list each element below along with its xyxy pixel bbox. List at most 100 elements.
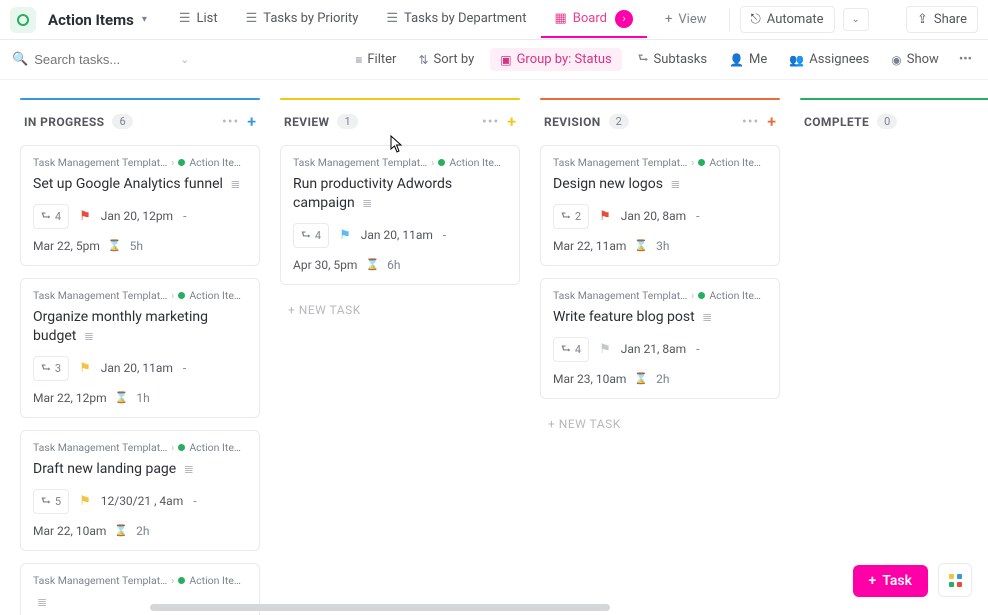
board-column-revision: REVISION2•••+Task Management Templat…›Ac… — [540, 98, 780, 437]
column-accent-bar — [800, 98, 988, 100]
start-date: Mar 22, 11am — [553, 239, 626, 253]
description-icon: ≣ — [84, 329, 94, 343]
view-label: Board — [573, 11, 607, 26]
column-more-button[interactable]: ••• — [482, 114, 499, 130]
page-title: Action Items — [48, 11, 134, 29]
chevron-right-icon: › — [431, 156, 434, 169]
view-play-icon[interactable]: › — [615, 10, 633, 28]
view-list[interactable]: ☰ List — [165, 3, 232, 36]
hourglass-icon: ⌛ — [115, 391, 129, 404]
priority-flag-icon[interactable]: ⚑ — [79, 361, 91, 376]
me-button[interactable]: 👤Me — [723, 48, 773, 71]
subtask-icon: ⮑ — [41, 492, 51, 511]
separator — [729, 9, 730, 31]
due-date: Jan 20, 11am — [361, 228, 433, 242]
subtasks-chip[interactable]: ⮑5 — [33, 489, 69, 514]
priority-flag-icon[interactable]: ⚑ — [339, 228, 351, 243]
due-date: Jan 21, 8am — [621, 342, 686, 356]
chevron-right-icon: › — [171, 289, 174, 302]
show-button[interactable]: ◉Show — [885, 48, 945, 71]
title-chevron-icon[interactable]: ▾ — [142, 14, 147, 25]
task-meta: ⮑4⚑Jan 21, 8am- — [553, 337, 767, 362]
crumb-folder: Task Management Templat… — [33, 574, 167, 587]
column-add-button[interactable]: + — [247, 112, 256, 131]
column-add-button[interactable]: + — [767, 112, 776, 131]
task-card[interactable]: Task Management Templat…›Action Ite…Writ… — [540, 278, 780, 399]
subtasks-chip[interactable]: ⮑4 — [293, 223, 329, 248]
priority-flag-icon[interactable]: ⚑ — [599, 342, 611, 357]
eye-icon: ◉ — [891, 53, 901, 67]
automate-button[interactable]: ⎋ Automate — [740, 6, 835, 33]
apps-button[interactable] — [938, 563, 972, 597]
subtasks-count: 4 — [55, 210, 61, 223]
horizontal-scrollbar[interactable] — [150, 604, 610, 611]
view-label: Tasks by Department — [404, 11, 526, 26]
subtasks-count: 3 — [55, 362, 61, 375]
column-count-badge: 6 — [112, 114, 132, 129]
task-card[interactable]: Task Management Templat…›Action Ite…Draf… — [20, 430, 260, 551]
subtasks-chip[interactable]: ⮑4 — [553, 337, 589, 362]
sort-button[interactable]: ⇅Sort by — [412, 48, 480, 71]
view-board[interactable]: ▦ Board › — [541, 2, 648, 38]
group-icon: ▣ — [500, 53, 511, 67]
dash: - — [183, 209, 186, 223]
time-estimate: 2h — [136, 524, 149, 538]
breadcrumb: Task Management Templat… › Action Ite… — [33, 441, 247, 454]
subtasks-button[interactable]: ⮑Subtasks — [632, 45, 713, 74]
hourglass-icon: ⌛ — [114, 524, 128, 537]
view-tasks-priority[interactable]: ☰ Tasks by Priority — [232, 3, 373, 36]
priority-flag-icon[interactable]: ⚑ — [79, 494, 91, 509]
share-label: Share — [934, 12, 967, 27]
priority-flag-icon[interactable]: ⚑ — [599, 209, 611, 224]
board-canvas: IN PROGRESS6•••+Task Management Templat…… — [0, 80, 988, 615]
column-accent-bar — [280, 98, 520, 100]
subtasks-chip[interactable]: ⮑3 — [33, 356, 69, 381]
hourglass-icon: ⌛ — [108, 239, 122, 252]
toolbar-more-button[interactable]: ••• — [955, 48, 976, 71]
search-chevron-icon[interactable]: ⌄ — [180, 53, 189, 66]
subtasks-count: 5 — [55, 495, 61, 508]
search-input[interactable] — [34, 52, 174, 67]
column-title: COMPLETE — [804, 115, 869, 129]
task-card[interactable]: Task Management Templat…›Action Ite…Run … — [280, 145, 520, 285]
crumb-list: Action Ite… — [189, 441, 241, 454]
crumb-folder: Task Management Templat… — [33, 441, 167, 454]
view-tasks-department[interactable]: ☰ Tasks by Department — [372, 3, 540, 36]
assignees-button[interactable]: 👥Assignees — [783, 48, 875, 71]
column-header: REVISION2•••+ — [540, 110, 780, 145]
task-title: Design new logos ≣ — [553, 175, 767, 194]
time-estimate: 6h — [387, 258, 400, 272]
group-by-button[interactable]: ▣Group by: Status — [490, 48, 622, 71]
priority-flag-icon[interactable]: ⚑ — [79, 209, 91, 224]
breadcrumb: Task Management Templat…›Action Ite… — [33, 289, 247, 302]
column-more-button[interactable]: ••• — [222, 114, 239, 130]
crumb-folder: Task Management Templat… — [293, 156, 427, 169]
subtasks-chip[interactable]: ⮑2 — [553, 204, 589, 229]
add-view-button[interactable]: + View — [653, 4, 719, 35]
search-icon: 🔍 — [12, 52, 28, 67]
new-task-fab[interactable]: + Task — [853, 565, 928, 597]
time-estimate: 2h — [656, 372, 669, 386]
chevron-right-icon: › — [171, 441, 174, 454]
workspace-icon[interactable] — [10, 7, 36, 33]
description-icon: ≣ — [37, 595, 47, 609]
task-footer: Mar 22, 10am⌛2h — [33, 524, 247, 538]
subtasks-count: 2 — [575, 210, 581, 223]
view-label: List — [197, 11, 218, 26]
automate-dropdown[interactable]: ⌄ — [843, 8, 869, 31]
task-title: Run productivity Adwords campaign ≣ — [293, 175, 507, 213]
task-card[interactable]: Task Management Templat…›Action Ite…Desi… — [540, 145, 780, 266]
task-card[interactable]: Task Management Templat…›Action Ite…Orga… — [20, 278, 260, 418]
add-task-button[interactable]: + NEW TASK — [280, 297, 520, 323]
description-icon: ≣ — [670, 177, 680, 191]
column-more-button[interactable]: ••• — [742, 114, 759, 130]
task-card[interactable]: Task Management Templat…›Action Ite…Set … — [20, 145, 260, 266]
add-task-button[interactable]: + NEW TASK — [540, 411, 780, 437]
share-button[interactable]: ⇪ Share — [906, 6, 978, 33]
description-icon: ≣ — [702, 310, 712, 324]
start-date: Mar 22, 12pm — [33, 391, 107, 405]
subtasks-chip[interactable]: ⮑4 — [33, 204, 69, 229]
view-label: Tasks by Priority — [263, 11, 358, 26]
column-add-button[interactable]: + — [507, 112, 516, 131]
filter-button[interactable]: ≡Filter — [349, 48, 402, 71]
